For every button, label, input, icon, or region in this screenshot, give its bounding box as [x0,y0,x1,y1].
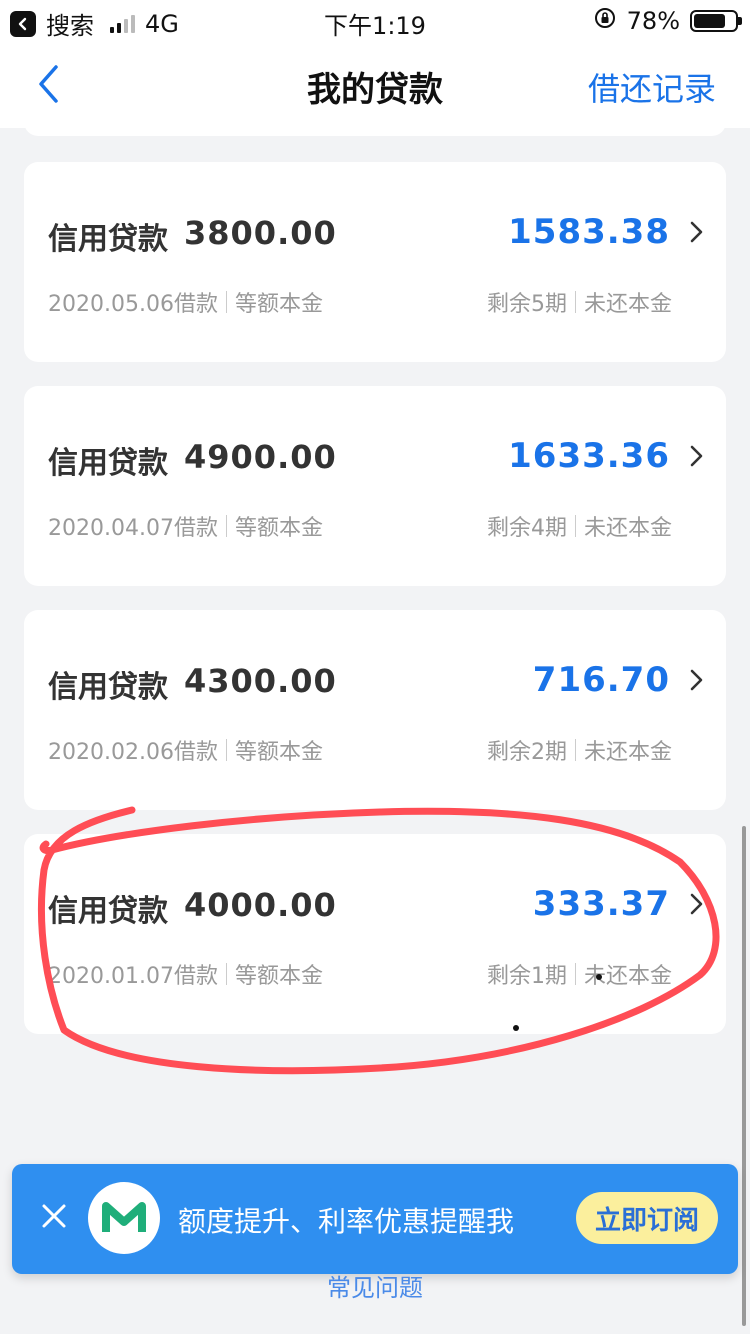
borrow-repay-records-link[interactable]: 借还记录 [588,64,716,110]
loan-date: 2020.02.06借款 [48,740,218,765]
battery-percent: 78% [626,7,680,35]
chevron-right-icon [690,669,703,691]
chevron-right-icon [690,221,703,243]
loan-card[interactable]: 信用贷款 3800.00 1583.38 2020.05.06借款 等额本金 剩… [24,162,726,362]
loan-meta-left: 2020.02.06借款 等额本金 [48,734,323,766]
subscribe-button[interactable]: 立即订阅 [576,1192,718,1244]
chevron-right-icon [690,445,703,467]
divider [574,739,576,761]
repayment-method: 等额本金 [234,516,323,541]
unpaid-principal-label: 未还本金 [583,740,672,765]
loan-name: 信用贷款 [48,894,168,929]
loan-date: 2020.05.06借款 [48,292,218,317]
loan-card[interactable]: 信用贷款 4300.00 716.70 2020.02.06借款 等额本金 剩余… [24,610,726,810]
loan-principal: 4300.00 [184,662,337,700]
battery-icon [690,10,742,32]
loan-principal: 3800.00 [184,214,337,252]
loan-name: 信用贷款 [48,670,168,705]
loan-meta-right: 剩余4期 未还本金 [487,510,672,542]
divider [225,291,227,313]
loan-meta-right: 剩余5期 未还本金 [487,286,672,318]
remaining-periods: 剩余5期 [486,292,567,317]
loan-date: 2020.04.07借款 [48,516,218,541]
unpaid-principal-label: 未还本金 [583,292,672,317]
unpaid-principal-label: 未还本金 [583,964,672,989]
repayment-method: 等额本金 [234,964,323,989]
loan-principal: 4000.00 [184,886,337,924]
loan-card[interactable]: 信用贷款 4900.00 1633.36 2020.04.07借款 等额本金 剩… [24,386,726,586]
faq-link[interactable]: 常见问题 [0,1268,750,1303]
rotation-lock-icon [593,6,617,36]
loan-meta-right: 剩余2期 未还本金 [487,734,672,766]
unpaid-principal-amount: 1583.38 [508,212,670,252]
status-right: 78% [593,6,742,36]
divider [574,515,576,537]
loan-card[interactable]: 信用贷款 4000.00 333.37 2020.01.07借款 等额本金 剩余… [24,834,726,1034]
loan-name: 信用贷款 [48,222,168,257]
unpaid-principal-amount: 333.37 [532,884,670,924]
promo-text: 额度提升、利率优惠提醒我 [178,1205,515,1238]
loan-meta-right: 剩余1期 未还本金 [487,958,672,990]
battery-fill [694,14,726,28]
divider [225,963,227,985]
brand-logo-icon [88,1182,160,1254]
close-icon[interactable] [40,1202,68,1230]
repayment-method: 等额本金 [234,740,323,765]
remaining-periods: 剩余1期 [486,964,567,989]
chevron-right-icon [690,893,703,915]
divider [574,963,576,985]
repayment-method: 等额本金 [234,292,323,317]
remaining-periods: 剩余4期 [486,516,567,541]
loan-meta-left: 2020.05.06借款 等额本金 [48,286,323,318]
unpaid-principal-amount: 1633.36 [508,436,670,476]
scrollbar[interactable] [742,826,746,1326]
loan-meta-left: 2020.04.07借款 等额本金 [48,510,323,542]
divider [225,515,227,537]
unpaid-principal-amount: 716.70 [532,660,670,700]
status-bar: 搜索 4G 下午1:19 78% [0,0,750,42]
loan-name: 信用贷款 [48,446,168,481]
divider [225,739,227,761]
loan-date: 2020.01.07借款 [48,964,218,989]
loan-principal: 4900.00 [184,438,337,476]
navigation-bar: 我的贷款 借还记录 [0,42,750,128]
loan-meta-left: 2020.01.07借款 等额本金 [48,958,323,990]
divider [574,291,576,313]
unpaid-principal-label: 未还本金 [583,516,672,541]
subscription-promo-banner: 额度提升、利率优惠提醒我 立即订阅 [12,1164,738,1274]
previous-loan-card[interactable] [24,118,726,136]
remaining-periods: 剩余2期 [486,740,567,765]
